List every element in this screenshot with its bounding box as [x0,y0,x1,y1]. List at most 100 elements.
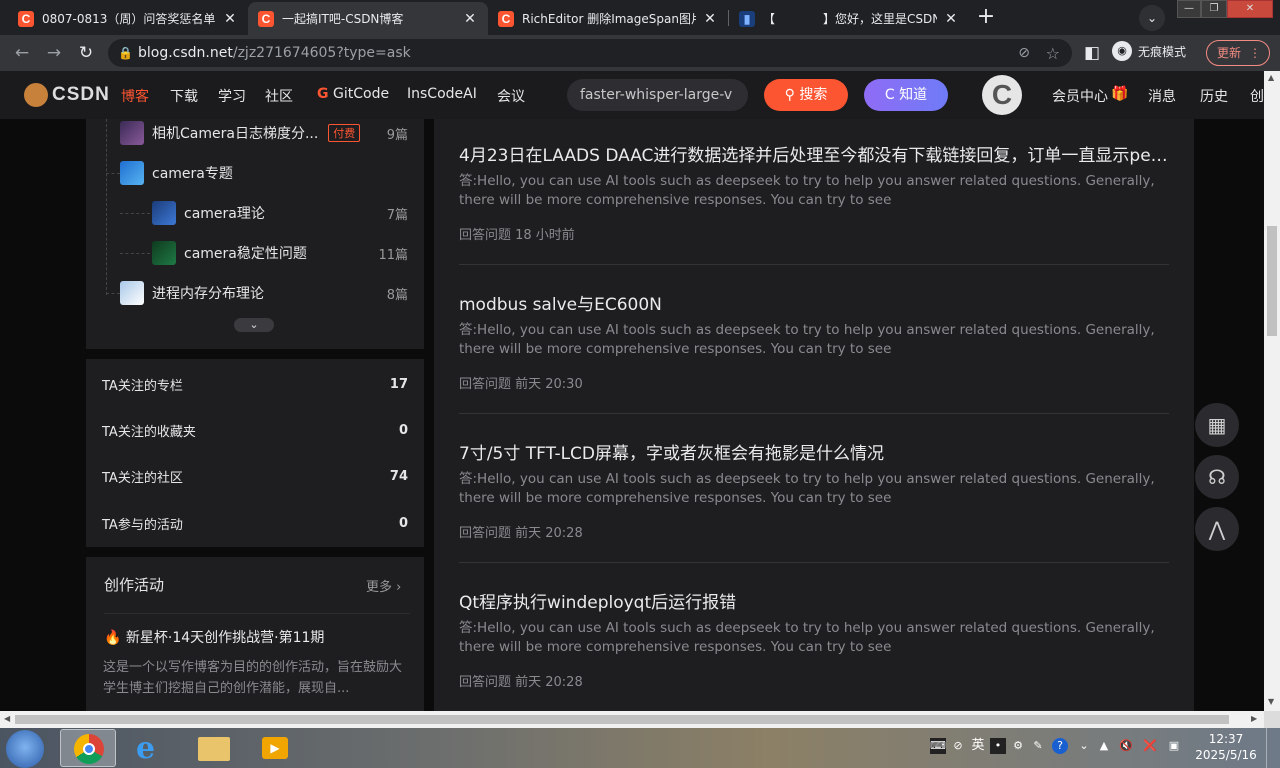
show-desktop-button[interactable] [1266,728,1280,768]
column-item[interactable]: camera理论 7篇 [152,199,424,227]
nav-gitcode[interactable]: GitCode [333,86,389,102]
more-vert-icon[interactable]: ⋮ [1249,41,1261,65]
expand-chevron-down-icon[interactable]: ⌄ [234,318,274,332]
nav-history[interactable]: 历史 [1200,86,1228,106]
column-item[interactable]: camera专题 [120,159,424,187]
nav-community[interactable]: 社区 [265,86,293,106]
follow-row[interactable]: TA关注的社区 74 [102,465,408,487]
question-title-link[interactable]: modbus salve与EC600N [459,290,1169,315]
taskbar-explorer[interactable] [186,729,242,767]
column-label: camera专题 [152,166,233,182]
answer-snippet[interactable]: 答:Hello, you can use AI tools such as de… [459,321,1169,359]
question-title-link[interactable]: 4月23日在LAADS DAAC进行数据选择并后处理至今都没有下载链接回复，订单… [459,141,1169,166]
answer-meta: 回答问题 18 小时前 [459,228,575,243]
star-bookmark-icon[interactable]: ☆ [1046,44,1060,63]
scroll-left-arrow-icon[interactable]: ◀ [4,714,10,723]
forward-arrow-icon[interactable]: → [42,41,66,65]
csdn-logo[interactable]: CSDN [24,83,110,107]
scroll-up-arrow-icon[interactable]: ▲ [1268,73,1274,82]
search-button-label: 搜索 [799,87,828,103]
start-button[interactable] [6,730,44,768]
question-title-link[interactable]: 7寸/5寸 TFT-LCD屏幕，字或者灰框会有拖影是什么情况 [459,439,1169,464]
search-button[interactable]: ⚲ 搜索 [764,79,848,111]
column-item[interactable]: 进程内存分布理论 8篇 [120,279,424,307]
answer-snippet[interactable]: 答:Hello, you can use AI tools such as de… [459,470,1169,508]
new-tab-button[interactable]: + [974,5,998,29]
network-error-icon[interactable]: ❌ [1142,738,1158,754]
customer-service-icon[interactable]: ☊ [1195,455,1239,499]
side-panel-icon[interactable]: ◧ [1080,41,1104,65]
nav-inscodeai[interactable]: InsCodeAI [407,86,477,102]
eye-off-icon[interactable]: ⊘ [1018,45,1030,61]
page-vertical-scrollbar[interactable]: ▲ ▼ [1264,71,1280,711]
close-tab-icon[interactable]: ✕ [943,11,959,27]
question-title-link[interactable]: Qt程序执行windeployqt后运行报错 [459,588,1169,613]
zhidao-button[interactable]: C 知道 [864,79,948,111]
csdn-favicon-icon: C [258,10,274,27]
answer-snippet[interactable]: 答:Hello, you can use AI tools such as de… [459,172,1169,210]
scroll-right-arrow-icon[interactable]: ▶ [1251,714,1257,723]
nav-messages[interactable]: 消息 [1148,86,1176,106]
tab-search-chevron-icon[interactable]: ⌄ [1139,5,1165,31]
chevron-right-icon: › [392,580,402,595]
help-icon[interactable]: ? [1052,738,1068,754]
nav-download[interactable]: 下载 [170,86,198,106]
browser-toolbar: ← → ↻ 🔒 blog.csdn.net/zjz271674605?type=… [0,35,1280,71]
taskbar-ie[interactable]: e [124,729,180,767]
taskbar-chrome[interactable] [60,729,116,767]
column-item[interactable]: 相机Camera日志梯度分... 付费 9篇 [120,119,424,147]
tab-title: 一起搞IT吧-CSDN博客 [282,12,404,26]
activity-more-link[interactable]: 更多 › [366,576,401,595]
follow-row[interactable]: TA关注的专栏 17 [102,373,408,395]
browser-tab-1[interactable]: C 0807-0813（周）问答奖惩名单公 ✕ [8,2,248,35]
column-label: 进程内存分布理论 [152,286,264,302]
restore-window-button[interactable]: ❐ [1201,0,1227,18]
reload-icon[interactable]: ↻ [74,41,98,65]
taskbar-media[interactable]: ▶ [248,729,304,767]
search-input[interactable]: faster-whisper-large-v [567,79,748,111]
ime-menu-chevron-icon[interactable]: ⌄ [1076,738,1092,754]
follow-row[interactable]: TA参与的活动 0 [102,512,408,534]
close-window-button[interactable]: ✕ [1227,0,1273,18]
scroll-down-arrow-icon[interactable]: ▼ [1268,697,1274,706]
keyboard-icon[interactable]: ⌨ [930,738,946,754]
close-tab-icon[interactable]: ✕ [462,11,478,27]
ime-language[interactable]: 英 [969,738,987,754]
minimize-window-button[interactable]: — [1177,0,1201,18]
show-hidden-icons-icon[interactable]: ▲ [1096,738,1112,754]
volume-muted-icon[interactable]: 🔇 [1118,738,1134,754]
address-bar[interactable]: 🔒 blog.csdn.net/zjz271674605?type=ask ⊘ … [108,39,1072,67]
activity-event-link[interactable]: 🔥 新星杯·14天创作挑战营·第11期 [104,627,324,647]
no-entry-icon[interactable]: ⊘ [950,738,966,754]
chrome-center-icon [83,743,95,755]
clock-time: 12:37 [1208,732,1244,746]
nav-vip-center[interactable]: 会员中心 [1052,86,1108,106]
paid-badge: 付费 [328,124,361,142]
nav-create[interactable]: 创 [1250,86,1264,106]
back-arrow-icon[interactable]: ← [10,41,34,65]
nav-blog[interactable]: 博客 [121,86,149,106]
back-to-top-icon[interactable]: ⋀ [1195,507,1239,551]
ime-settings-icon[interactable]: ⚙ [1010,738,1026,754]
close-tab-icon[interactable]: ✕ [702,11,718,27]
user-avatar[interactable]: C [982,75,1022,115]
incognito-indicator[interactable]: ◉ 无痕模式 [1112,41,1186,61]
ime-toolbar-icon[interactable]: ✎ [1030,738,1046,754]
browser-tab-2[interactable]: C 一起搞IT吧-CSDN博客 ✕ [248,2,488,35]
follow-row[interactable]: TA关注的收藏夹 0 [102,419,408,441]
scrollbar-thumb[interactable] [15,715,1229,724]
ime-punct-icon[interactable]: • [990,738,1006,754]
scrollbar-thumb[interactable] [1267,226,1277,336]
update-button[interactable]: 更新 ⋮ [1206,40,1270,66]
browser-tab-3[interactable]: C RichEditor 删除ImageSpan图片 ✕ [488,2,728,35]
action-center-icon[interactable]: ▣ [1166,738,1182,754]
qrcode-icon[interactable]: ▦ [1195,403,1239,447]
nav-learn[interactable]: 学习 [218,86,246,106]
page-horizontal-scrollbar[interactable]: ◀ ▶ [0,711,1264,728]
nav-meeting[interactable]: 会议 [497,86,525,106]
browser-tab-4[interactable]: ▮ 【 】您好，这里是CSDN ✕ [729,2,969,35]
answer-snippet[interactable]: 答:Hello, you can use AI tools such as de… [459,619,1169,657]
system-clock[interactable]: 12:37 2025/5/16 [1190,731,1262,763]
column-item[interactable]: camera稳定性问题 11篇 [152,239,424,267]
close-tab-icon[interactable]: ✕ [222,11,238,27]
